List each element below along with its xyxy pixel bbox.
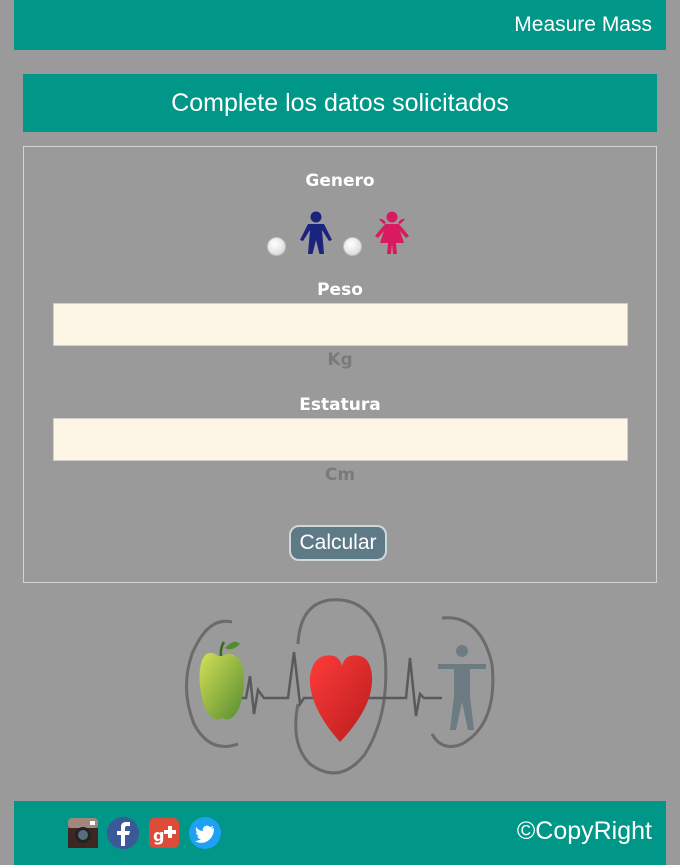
calcular-button[interactable]: Calcular xyxy=(289,525,387,561)
gender-radio-female[interactable] xyxy=(343,237,362,256)
brand-title[interactable]: Measure Mass xyxy=(514,13,652,37)
gender-label: Genero xyxy=(305,171,375,191)
facebook-icon[interactable] xyxy=(106,816,140,850)
height-input[interactable] xyxy=(53,418,628,461)
google-plus-icon[interactable]: g xyxy=(147,816,181,850)
gender-radio-male[interactable] xyxy=(267,237,286,256)
health-logo xyxy=(184,598,495,775)
female-icon[interactable] xyxy=(369,210,415,256)
heart-icon xyxy=(309,655,373,742)
height-label: Estatura xyxy=(299,395,381,415)
weight-unit: Kg xyxy=(327,350,353,370)
apple-icon xyxy=(199,641,244,720)
footer: g ©CopyRight xyxy=(14,801,666,865)
page-title: Complete los datos solicitados xyxy=(23,74,657,132)
copyright-text: ©CopyRight xyxy=(516,817,652,845)
svg-text:g: g xyxy=(153,826,164,845)
male-icon[interactable] xyxy=(294,210,338,256)
instagram-icon[interactable] xyxy=(66,816,100,850)
bmi-form: Genero Peso Kg Estatura Cm Calcular xyxy=(23,146,657,583)
twitter-icon[interactable] xyxy=(188,816,222,850)
height-unit: Cm xyxy=(324,465,356,485)
weight-label: Peso xyxy=(317,280,363,300)
top-bar: Measure Mass xyxy=(14,0,666,50)
human-figure-icon xyxy=(438,645,486,730)
weight-input[interactable] xyxy=(53,303,628,346)
